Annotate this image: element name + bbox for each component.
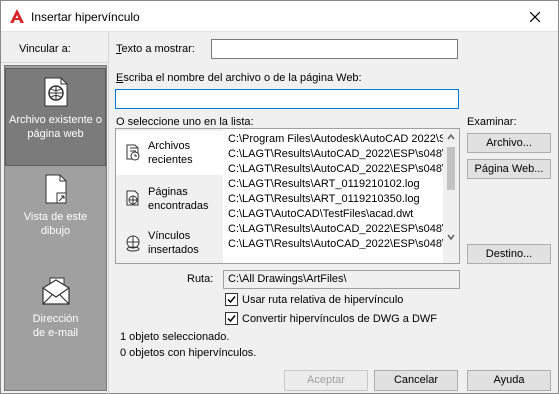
close-button[interactable] [512,1,558,32]
help-button[interactable]: Ayuda [467,370,551,391]
scroll-down-icon[interactable] [447,233,455,241]
text-to-display-label: Texto a mostrar: [116,43,195,55]
web-page-icon [44,77,67,107]
email-icon [41,277,70,305]
tab-label-line1: Vínculos [148,230,191,242]
accept-button[interactable]: Aceptar [284,370,368,391]
link-to-divider [1,62,108,63]
checkbox-box[interactable] [225,293,238,306]
scroll-up-icon[interactable] [447,133,455,141]
link-item-label-line2: página web [27,128,84,140]
vertical-scrollbar[interactable] [443,129,459,263]
browse-label: Examinar: [467,116,517,128]
autocad-logo-icon [10,9,24,23]
panel-divider [108,32,109,394]
relative-path-label: Usar ruta relativa de hipervínculo [242,293,404,306]
text-to-display-input[interactable] [211,39,458,59]
link-item-label-line2: de e-mail [32,327,79,339]
filename-label: Escriba el nombre del archivo o de la pá… [116,72,362,84]
list-item[interactable]: C:\LAGT\Results\AutoCAD_2022\ESP\s048\ [224,222,443,237]
tab-inserted-links[interactable]: Vínculos insertados [116,221,223,265]
link-item-label-line1: Vista de este [23,211,88,223]
list-item[interactable]: C:\LAGT\Results\ART_0119210350.log [224,192,443,207]
link-item-drawing-view[interactable]: Vista de este dibujo [5,174,106,254]
status-with-links: 0 objetos con hipervínculos. [120,347,257,359]
link-to-panel: Archivo existente o página web Vista de … [4,65,107,391]
link-item-label-line2: dibujo [40,225,71,237]
convert-dwf-label: Convertir hipervínculos de DWG a DWF [242,312,437,325]
link-item-email[interactable]: Dirección de e-mail [5,276,106,356]
link-item-label-line1: Archivo existente o [9,114,102,126]
check-icon [227,296,236,304]
close-icon [530,11,540,22]
tab-label-line1: Archivos [148,140,191,152]
title-bar[interactable]: Insertar hipervínculo [1,1,558,32]
link-item-existing-file[interactable]: Archivo existente o página web [5,68,106,166]
recent-files-icon [126,144,140,161]
list-item[interactable]: C:\LAGT\AutoCAD\TestFiles\acad.dwt [224,207,443,222]
text-to-display-label-rest: exto a mostrar: [121,43,195,55]
tab-recent-files[interactable]: Archivos recientes [116,131,223,175]
file-button[interactable]: Archivo... [467,133,551,153]
filename-input[interactable] [115,89,459,109]
tab-label-line1: Páginas [148,186,188,198]
list-item[interactable]: C:\LAGT\Results\AutoCAD_2022\ESP\s048\ [224,147,443,162]
select-list-panel: Archivos recientes Páginas encontradas V… [115,128,460,264]
dialog-window: Insertar hipervínculo Vincular a: Archiv… [0,0,559,394]
check-icon [227,315,236,323]
tab-browsed-pages[interactable]: Páginas encontradas [116,177,223,221]
recent-files-list[interactable]: C:\Program Files\Autodesk\AutoCAD 2022\S… [224,129,443,249]
checkbox-box[interactable] [225,312,238,325]
window-title: Insertar hipervínculo [31,10,140,24]
browsed-pages-icon [126,190,139,206]
tab-label-line2: recientes [148,154,193,166]
list-item[interactable]: C:\Program Files\Autodesk\AutoCAD 2022\S [224,132,443,147]
horizontal-scrollbar[interactable] [224,249,443,263]
select-list-label: O seleccione uno en la lista: [116,116,254,128]
inserted-links-icon [126,235,140,252]
list-item[interactable]: C:\LAGT\Results\AutoCAD_2022\ESP\s048\ [224,162,443,177]
path-value: C:\All Drawings\ArtFiles\ [223,270,460,289]
link-to-label: Vincular a: [19,43,71,55]
scrollbar-thumb[interactable] [447,147,455,190]
cancel-button[interactable]: Cancelar [374,370,458,391]
relative-path-checkbox[interactable]: Usar ruta relativa de hipervínculo [225,293,403,306]
list-item[interactable]: C:\LAGT\Results\ART_0119210102.log [224,177,443,192]
list-item[interactable]: C:\LAGT\Results\AutoCAD_2022\ESP\s048\ [224,237,443,249]
webpage-button[interactable]: Página Web... [467,159,551,179]
convert-dwf-checkbox[interactable]: Convertir hipervínculos de DWG a DWF [225,312,437,325]
drawing-view-icon [45,174,66,204]
tab-label-line2: encontradas [148,200,209,212]
status-selected: 1 objeto seleccionado. [120,331,230,343]
tab-label-line2: insertados [148,244,199,256]
target-button[interactable]: Destino... [467,244,551,264]
list-tabs: Archivos recientes Páginas encontradas V… [116,129,223,263]
path-label: Ruta: [187,273,214,285]
link-item-label-line1: Dirección [32,313,79,325]
